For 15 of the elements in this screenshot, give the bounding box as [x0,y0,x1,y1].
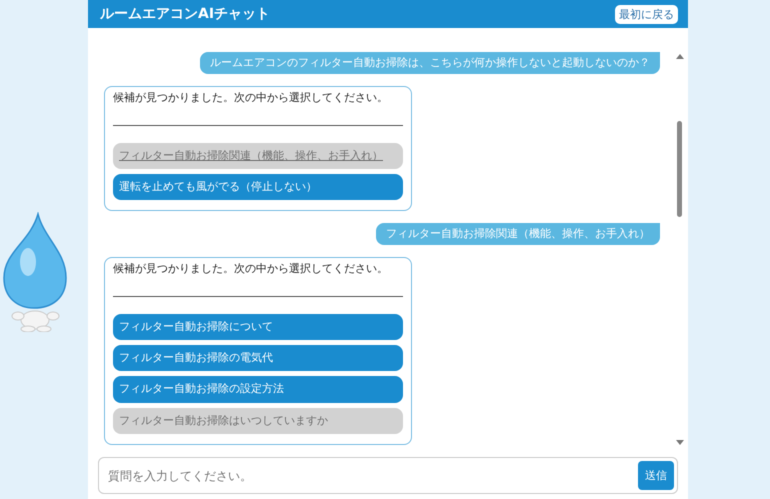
chat-title: ルームエアコンAIチャット [100,5,270,23]
option-button[interactable]: フィルター自動お掃除の設定方法 [113,376,403,403]
bot-message-text: 候補が見つかりました。次の中から選択してください。 [113,262,389,277]
option-button[interactable]: フィルター自動お掃除について [113,314,403,340]
option-button[interactable]: フィルター自動お掃除の電気代 [113,345,403,372]
scroll-down-icon[interactable] [676,440,684,445]
user-message: ルームエアコンのフィルター自動お掃除は、こちらが何か操作しないと起動しないのか？ [200,52,660,74]
option-button[interactable]: 運転を止めても風がでる（停止しない） [113,174,403,200]
bot-message-text: 候補が見つかりました。次の中から選択してください。 [113,91,389,106]
back-to-start-button[interactable]: 最初に戻る [615,4,678,24]
question-input-field[interactable]: 質問を入力してください。 送信 [98,457,678,494]
scroll-up-icon[interactable] [676,54,684,59]
send-button[interactable]: 送信 [638,461,674,490]
scrollbar-thumb[interactable] [677,121,682,217]
user-message: フィルター自動お掃除関連（機能、操作、お手入れ） [376,223,660,246]
